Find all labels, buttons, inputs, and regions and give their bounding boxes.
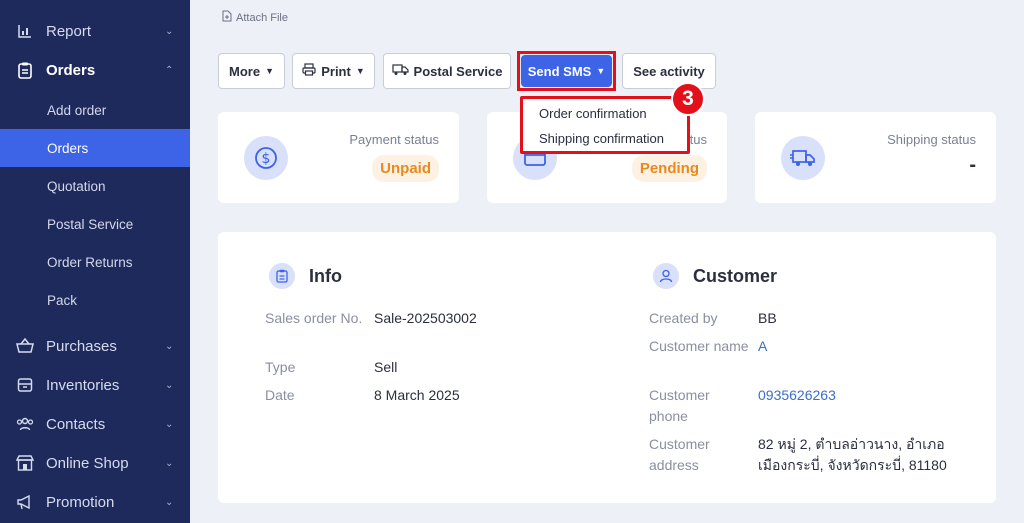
shipping-status-card: Shipping status - <box>755 112 996 203</box>
date-value: 8 March 2025 <box>374 387 460 403</box>
sidebar-item-label: Promotion <box>46 493 115 511</box>
customer-address-line1: 82 หมู่ 2, ตำบลอ่าวนาง, อำเภอ <box>758 436 945 452</box>
date-label: Date <box>265 387 295 403</box>
chevron-down-icon: ⌄ <box>165 25 174 37</box>
sidebar-item-label: Purchases <box>46 337 117 355</box>
sidebar-subitem-order-returns[interactable]: Order Returns <box>0 243 190 281</box>
sidebar-item-label: Contacts <box>46 415 106 433</box>
sidebar-subitem-label: Pack <box>47 292 78 308</box>
info-section-header: Info <box>269 263 342 289</box>
type-value: Sell <box>374 359 398 375</box>
customer-section-header: Customer <box>653 263 777 289</box>
menu-item-shipping-confirmation[interactable]: Shipping confirmation <box>539 131 664 146</box>
basket-icon <box>16 337 34 355</box>
print-button[interactable]: Print ▼ <box>292 53 375 89</box>
payment-status-title: Payment status <box>349 132 439 147</box>
payment-status-badge: Unpaid <box>372 155 439 182</box>
sidebar-item-inventories[interactable]: Inventories ⌄ <box>0 366 190 404</box>
sidebar-item-online-shop[interactable]: Online Shop ⌄ <box>0 444 190 482</box>
sidebar-subitem-label: Order Returns <box>47 254 133 270</box>
chevron-down-icon: ⌄ <box>165 457 174 469</box>
clipboard-icon <box>269 263 295 289</box>
sidebar-item-contacts[interactable]: Contacts ⌄ <box>0 405 190 443</box>
sidebar-subitem-orders[interactable]: Orders <box>0 129 190 167</box>
sidebar-item-label: Report <box>46 22 92 40</box>
info-title: Info <box>309 265 342 286</box>
chevron-down-icon: ▼ <box>596 66 606 76</box>
customer-name-label: Customer name <box>649 338 749 354</box>
sidebar-subitem-add-order[interactable]: Add order <box>0 91 190 129</box>
svg-text:$: $ <box>262 151 271 167</box>
chevron-down-icon: ▼ <box>355 66 365 76</box>
send-sms-button[interactable]: Send SMS ▼ <box>521 55 612 87</box>
sidebar-subitem-quotation[interactable]: Quotation <box>0 167 190 205</box>
customer-address-line2: เมืองกระบี่, จังหวัดกระบี่, 81180 <box>758 457 947 473</box>
attach-file-link[interactable]: Attach File <box>222 10 288 25</box>
sidebar-item-report[interactable]: Report ⌄ <box>0 12 190 50</box>
order-details-panel: Info Sales order No. Sale-202503002 Type… <box>218 232 996 503</box>
created-by-label: Created by <box>649 310 718 326</box>
sidebar-item-label: Orders <box>46 61 96 79</box>
dollar-icon: $ <box>244 136 288 180</box>
attach-file-label: Attach File <box>236 11 288 24</box>
bar-chart-icon <box>16 22 34 40</box>
type-label: Type <box>265 359 296 375</box>
sidebar-subitem-label: Postal Service <box>47 216 134 232</box>
store-icon <box>16 454 34 472</box>
print-label: Print <box>321 63 351 79</box>
chevron-down-icon: ⌄ <box>165 496 174 508</box>
delivery-truck-icon <box>781 136 825 180</box>
customer-title: Customer <box>693 265 778 286</box>
sales-order-value: Sale-202503002 <box>374 310 477 326</box>
sales-order-label: Sales order No. <box>265 310 363 326</box>
chevron-up-icon: ⌃ <box>165 64 174 76</box>
sidebar-item-promotion[interactable]: Promotion ⌄ <box>0 483 190 521</box>
sidebar: Report ⌄ Orders ⌃ Add order Orders Quota… <box>0 0 190 523</box>
more-label: More <box>229 63 261 79</box>
payment-status-card: $ Payment status Unpaid <box>218 112 459 203</box>
chevron-down-icon: ⌄ <box>165 379 174 391</box>
step-number-badge: 3 <box>671 82 705 116</box>
clipboard-icon <box>16 61 34 79</box>
shipping-status-value: - <box>969 154 976 176</box>
user-icon <box>653 263 679 289</box>
sidebar-subitem-label: Add order <box>47 102 107 118</box>
postal-service-label: Postal Service <box>413 63 503 79</box>
see-activity-label: See activity <box>633 63 705 79</box>
megaphone-icon <box>16 493 34 511</box>
users-icon <box>16 415 34 433</box>
order-status-title: tus <box>689 132 707 147</box>
customer-name-link[interactable]: A <box>758 336 767 357</box>
created-by-value: BB <box>758 310 777 326</box>
send-sms-dropdown: Order confirmation Shipping confirmation <box>520 96 690 154</box>
printer-icon <box>302 63 316 79</box>
chevron-down-icon: ▼ <box>265 66 274 76</box>
sidebar-item-purchases[interactable]: Purchases ⌄ <box>0 327 190 365</box>
customer-phone-label: Customer phone <box>649 387 710 424</box>
sidebar-item-label: Online Shop <box>46 454 129 472</box>
send-sms-label: Send SMS <box>527 63 592 79</box>
sidebar-item-label: Inventories <box>46 376 120 394</box>
chevron-down-icon: ⌄ <box>165 340 174 352</box>
box-icon <box>16 376 34 394</box>
sidebar-item-orders[interactable]: Orders ⌃ <box>0 51 190 89</box>
sidebar-subitem-postal-service[interactable]: Postal Service <box>0 205 190 243</box>
postal-service-button[interactable]: Postal Service <box>383 53 511 89</box>
sidebar-subitem-label: Quotation <box>47 178 106 194</box>
file-icon <box>222 10 232 25</box>
more-button[interactable]: More ▼ <box>218 53 285 89</box>
order-status-badge: Pending <box>631 155 707 182</box>
truck-icon <box>391 63 409 79</box>
see-activity-button[interactable]: See activity <box>622 53 716 89</box>
customer-address-label: Customer address <box>649 436 710 473</box>
sidebar-subitem-label: Orders <box>47 140 89 156</box>
customer-phone-link[interactable]: 0935626263 <box>758 385 836 406</box>
menu-item-order-confirmation[interactable]: Order confirmation <box>539 106 647 121</box>
chevron-down-icon: ⌄ <box>165 418 174 430</box>
shipping-status-title: Shipping status <box>887 132 976 147</box>
sidebar-subitem-pack[interactable]: Pack <box>0 281 190 319</box>
